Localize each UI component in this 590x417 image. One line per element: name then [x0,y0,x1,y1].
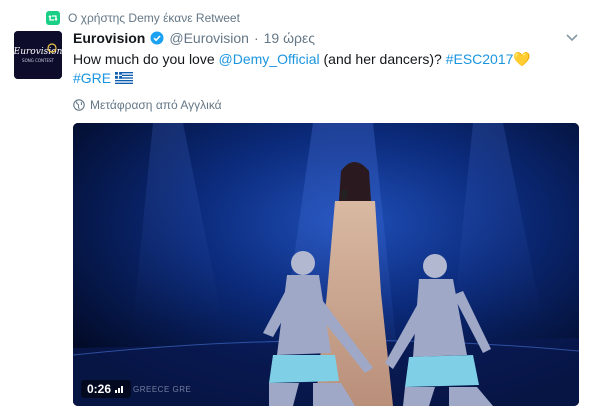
greek-flag-icon [115,72,134,84]
avatar-logo-text: Eurovision [14,47,62,57]
tweet-body: Eurovision @Eurovision · 19 ώρες How muc… [73,29,576,112]
tweet-menu-chevron-down-icon[interactable] [564,30,580,46]
globe-icon [73,99,85,111]
tweet-timestamp[interactable]: 19 ώρες [264,29,315,47]
translate-link[interactable]: Μετάφραση από Αγγλικά [73,98,576,112]
tweet-header: Eurovision @Eurovision · 19 ώρες [73,29,576,47]
video-frame [73,123,579,406]
broadcast-watermark: GREECE GRE [133,385,192,394]
verified-badge-icon [150,31,164,45]
hashtag-link-esc2017[interactable]: #ESC2017 [446,51,514,67]
avatar[interactable]: Eurovision SONG CONTEST [14,31,62,79]
tweet-text-part: How much do you love [73,51,219,67]
header-separator: · [253,30,259,46]
retweet-context[interactable]: Ο χρήστης Demy έκανε Retweet [46,9,240,27]
video-duration: 0:26 [87,382,112,396]
yellow-heart-emoji: 💛 [513,51,531,67]
mention-link[interactable]: @Demy_Official [219,51,320,67]
video-duration-badge: 0:26 [81,380,132,398]
hashtag-link-gre[interactable]: #GRE [73,70,111,86]
retweet-icon [46,11,60,25]
signal-bars-icon [115,386,124,393]
avatar-logo-subtext: SONG CONTEST [22,58,54,63]
video-player[interactable]: 0:26 GREECE GRE [73,123,579,406]
author-name[interactable]: Eurovision [73,29,145,47]
retweet-context-text: Ο χρήστης Demy έκανε Retweet [68,11,240,25]
author-handle[interactable]: @Eurovision [169,29,249,47]
tweet-text-part: (and her dancers)? [319,51,446,67]
tweet-text: How much do you love @Demy_Official (and… [73,50,576,88]
translate-label: Μετάφραση από Αγγλικά [90,98,222,112]
